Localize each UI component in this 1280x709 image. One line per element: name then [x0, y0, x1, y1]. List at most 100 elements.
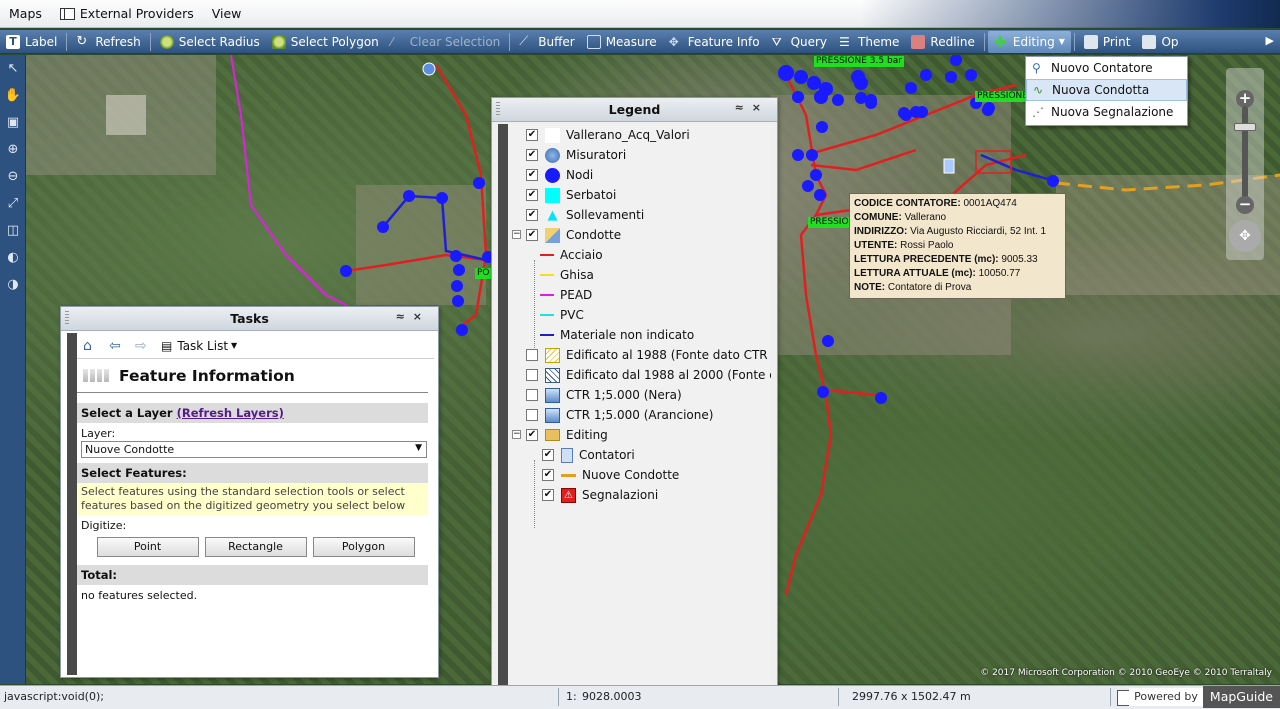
feature-info-heading: Feature Information [77, 359, 428, 393]
pan-arrows-icon[interactable]: ✥ [1229, 220, 1261, 252]
legend-checkbox[interactable] [526, 369, 538, 381]
scale-value[interactable]: 9028.0003 [578, 686, 642, 708]
collapse-icon[interactable]: ≈ [735, 101, 752, 114]
menu-item-nuova-condotta[interactable]: ∿ Nuova Condotta [1026, 79, 1187, 101]
tooltip-row: NOTE: Contatore di Prova [854, 281, 1061, 295]
tasks-panel-header[interactable]: Tasks ≈× [61, 307, 438, 331]
legend-item-label: Materiale non indicato [560, 328, 695, 342]
legend-item-vallerano-acq-valori[interactable]: Vallerano_Acq_Valori [526, 126, 690, 144]
feature-info-button[interactable]: ✥ Feature Info [663, 31, 766, 53]
measure-button[interactable]: Measure [581, 31, 663, 53]
legend-item-label: Ghisa [560, 268, 594, 282]
legend-item-edificato-1988[interactable]: Edificato al 1988 (Fonte dato CTR 10 [526, 346, 771, 364]
select-polygon-button[interactable]: Select Polygon [266, 31, 385, 53]
menu-maps[interactable]: Maps [0, 0, 51, 28]
legend-checkbox[interactable] [526, 409, 538, 421]
legend-panel-header[interactable]: Legend ≈× [492, 98, 777, 122]
zoom-control: + − ✥ [1226, 68, 1264, 260]
query-button[interactable]: ⛛ Query [766, 31, 833, 53]
collapse-toggle-icon[interactable]: − [512, 430, 521, 439]
zoom-extents-icon[interactable]: ⤢ [3, 194, 23, 214]
legend-checkbox[interactable] [542, 489, 554, 501]
label-button-text: Label [25, 34, 58, 49]
mapguide-logo: Powered by MapGuide [1129, 686, 1280, 708]
previous-view-icon[interactable]: ◐ [3, 248, 23, 268]
polygon-button[interactable]: Polygon [312, 537, 415, 557]
close-icon[interactable]: × [413, 310, 430, 323]
editing-button[interactable]: ✚ Editing ▼ [987, 30, 1071, 53]
zoom-out-icon[interactable]: ⊖ [3, 167, 23, 187]
zoom-out-button[interactable]: − [1236, 196, 1254, 214]
menu-item-nuovo-contatore[interactable]: ⚲ Nuovo Contatore [1026, 57, 1187, 79]
zoom-in-icon[interactable]: ⊕ [3, 140, 23, 160]
clear-selection-button[interactable]: ⁄ Clear Selection [385, 31, 507, 53]
rectangle-button[interactable]: Rectangle [204, 537, 307, 557]
legend-item-sollevamenti[interactable]: ▲ Sollevamenti [526, 206, 644, 224]
menu-external-providers[interactable]: External Providers [51, 0, 203, 28]
legend-checkbox[interactable] [542, 449, 554, 461]
legend-item-nodi[interactable]: Nodi [526, 166, 593, 184]
refresh-button[interactable]: ↻ Refresh [70, 31, 146, 53]
refresh-layers-link[interactable]: (Refresh Layers) [177, 406, 284, 420]
legend-item-edificato-1988-2000[interactable]: Edificato dal 1988 al 2000 (Fonte dat [526, 366, 771, 384]
legend-item-ctr-arancione[interactable]: CTR 1;5.000 (Arancione) [526, 406, 713, 424]
pan-hand-icon[interactable]: ✋ [3, 86, 23, 106]
legend-checkbox[interactable] [526, 349, 538, 361]
legend-checkbox[interactable] [526, 429, 538, 441]
legend-panel: Legend ≈× Vallerano_Acq_Valori Misurator… [491, 97, 778, 690]
zoom-slider-thumb[interactable] [1234, 123, 1256, 131]
forward-arrow-icon[interactable]: ⇨ [135, 339, 151, 353]
legend-checkbox[interactable] [526, 129, 538, 141]
legend-item-contatori[interactable]: Contatori [542, 446, 635, 464]
theme-button[interactable]: ☰ Theme [833, 31, 905, 53]
tooltip-key: CODICE CONTATORE: [854, 198, 961, 209]
buffer-button[interactable]: ⟋ Buffer [513, 31, 580, 53]
legend-checkbox[interactable] [542, 469, 554, 481]
zoom-slider-track[interactable] [1242, 106, 1248, 206]
legend-item-ctr-nera[interactable]: CTR 1;5.000 (Nera) [526, 386, 682, 404]
pointer-icon[interactable]: ↖ [3, 59, 23, 79]
legend-item-serbatoi[interactable]: Serbatoi [526, 186, 616, 204]
zoom-rectangle-icon[interactable]: ▣ [3, 113, 23, 133]
label-button[interactable]: T Label [0, 31, 63, 53]
toolbar-overflow-arrow-icon[interactable]: ▶ [1266, 34, 1274, 47]
task-list-dropdown[interactable]: ▤ Task List ▼ [161, 339, 237, 353]
legend-group-condotte[interactable]: Condotte [526, 226, 621, 244]
clear-selection-text: Clear Selection [409, 34, 501, 49]
chevron-down-icon: ▼ [231, 341, 238, 350]
feature-info-icon: ✥ [668, 34, 679, 49]
print-button[interactable]: Print [1078, 31, 1137, 53]
page-title: Feature Information [119, 366, 295, 385]
redline-button[interactable]: Redline [905, 31, 980, 53]
panel-controls: ≈× [735, 101, 769, 114]
tooltip-key: NOTE: [854, 282, 886, 293]
menu-view[interactable]: View [203, 0, 251, 28]
options-button[interactable]: Op [1136, 31, 1184, 53]
collapse-toggle-icon[interactable]: − [512, 230, 521, 239]
next-view-icon[interactable]: ◑ [3, 275, 23, 295]
point-button[interactable]: Point [96, 537, 199, 557]
close-icon[interactable]: × [752, 101, 769, 114]
chevron-down-icon: ▼ [1058, 37, 1065, 46]
legend-checkbox[interactable] [526, 209, 538, 221]
legend-checkbox[interactable] [526, 189, 538, 201]
legend-item-misuratori[interactable]: Misuratori [526, 146, 626, 164]
back-arrow-icon[interactable]: ⇦ [109, 339, 125, 353]
tooltip-row: COMUNE: Vallerano [854, 211, 1061, 225]
legend-checkbox[interactable] [526, 389, 538, 401]
legend-item-nuove-condotte[interactable]: Nuove Condotte [542, 466, 679, 484]
collapse-icon[interactable]: ≈ [396, 310, 413, 323]
legend-checkbox[interactable] [526, 149, 538, 161]
drag-grip-icon[interactable] [496, 102, 500, 117]
legend-group-editing[interactable]: Editing [526, 426, 608, 444]
menu-item-nuova-segnalazione[interactable]: ⋰ Nuova Segnalazione [1026, 101, 1187, 123]
home-icon[interactable]: ⌂ [83, 339, 99, 353]
drag-grip-icon[interactable] [65, 311, 69, 326]
legend-item-segnalazioni[interactable]: ⚠ Segnalazioni [542, 486, 658, 504]
select-radius-button[interactable]: Select Radius [154, 31, 266, 53]
layer-select[interactable]: Nuove Condotte ▼ [81, 441, 427, 458]
tooltip-row: LETTURA ATTUALE (mc): 10050.77 [854, 267, 1061, 281]
zoom-selection-icon[interactable]: ◫ [3, 221, 23, 241]
legend-checkbox[interactable] [526, 169, 538, 181]
legend-checkbox[interactable] [526, 229, 538, 241]
